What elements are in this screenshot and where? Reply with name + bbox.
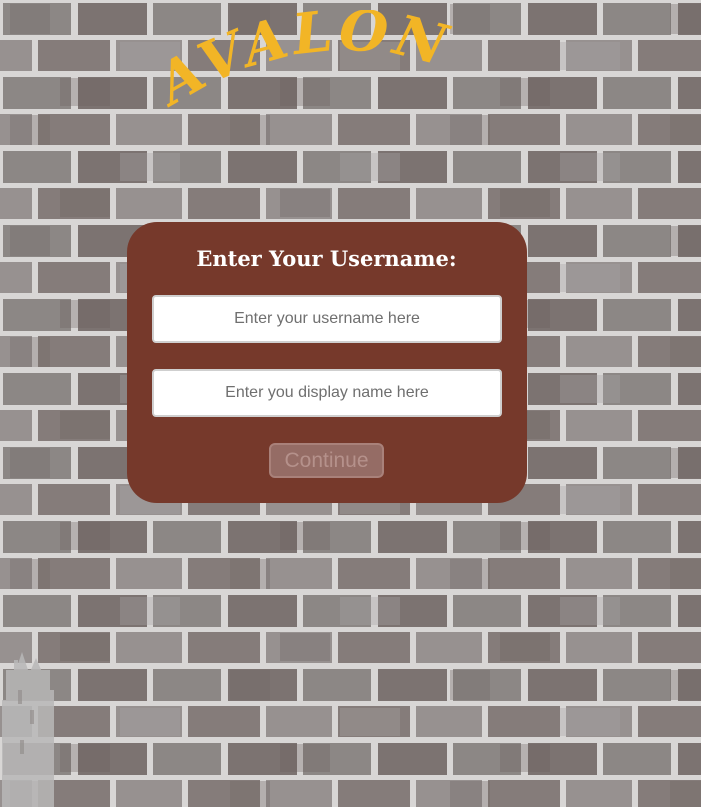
castle-tower-icon <box>2 652 54 807</box>
continue-button[interactable]: Continue <box>269 443 384 478</box>
avalon-logo: AVALON <box>160 10 457 120</box>
username-input[interactable] <box>152 295 502 343</box>
login-title: Enter Your Username: <box>196 246 457 271</box>
display-name-input[interactable] <box>152 369 502 417</box>
svg-text:AVALON: AVALON <box>160 10 457 120</box>
